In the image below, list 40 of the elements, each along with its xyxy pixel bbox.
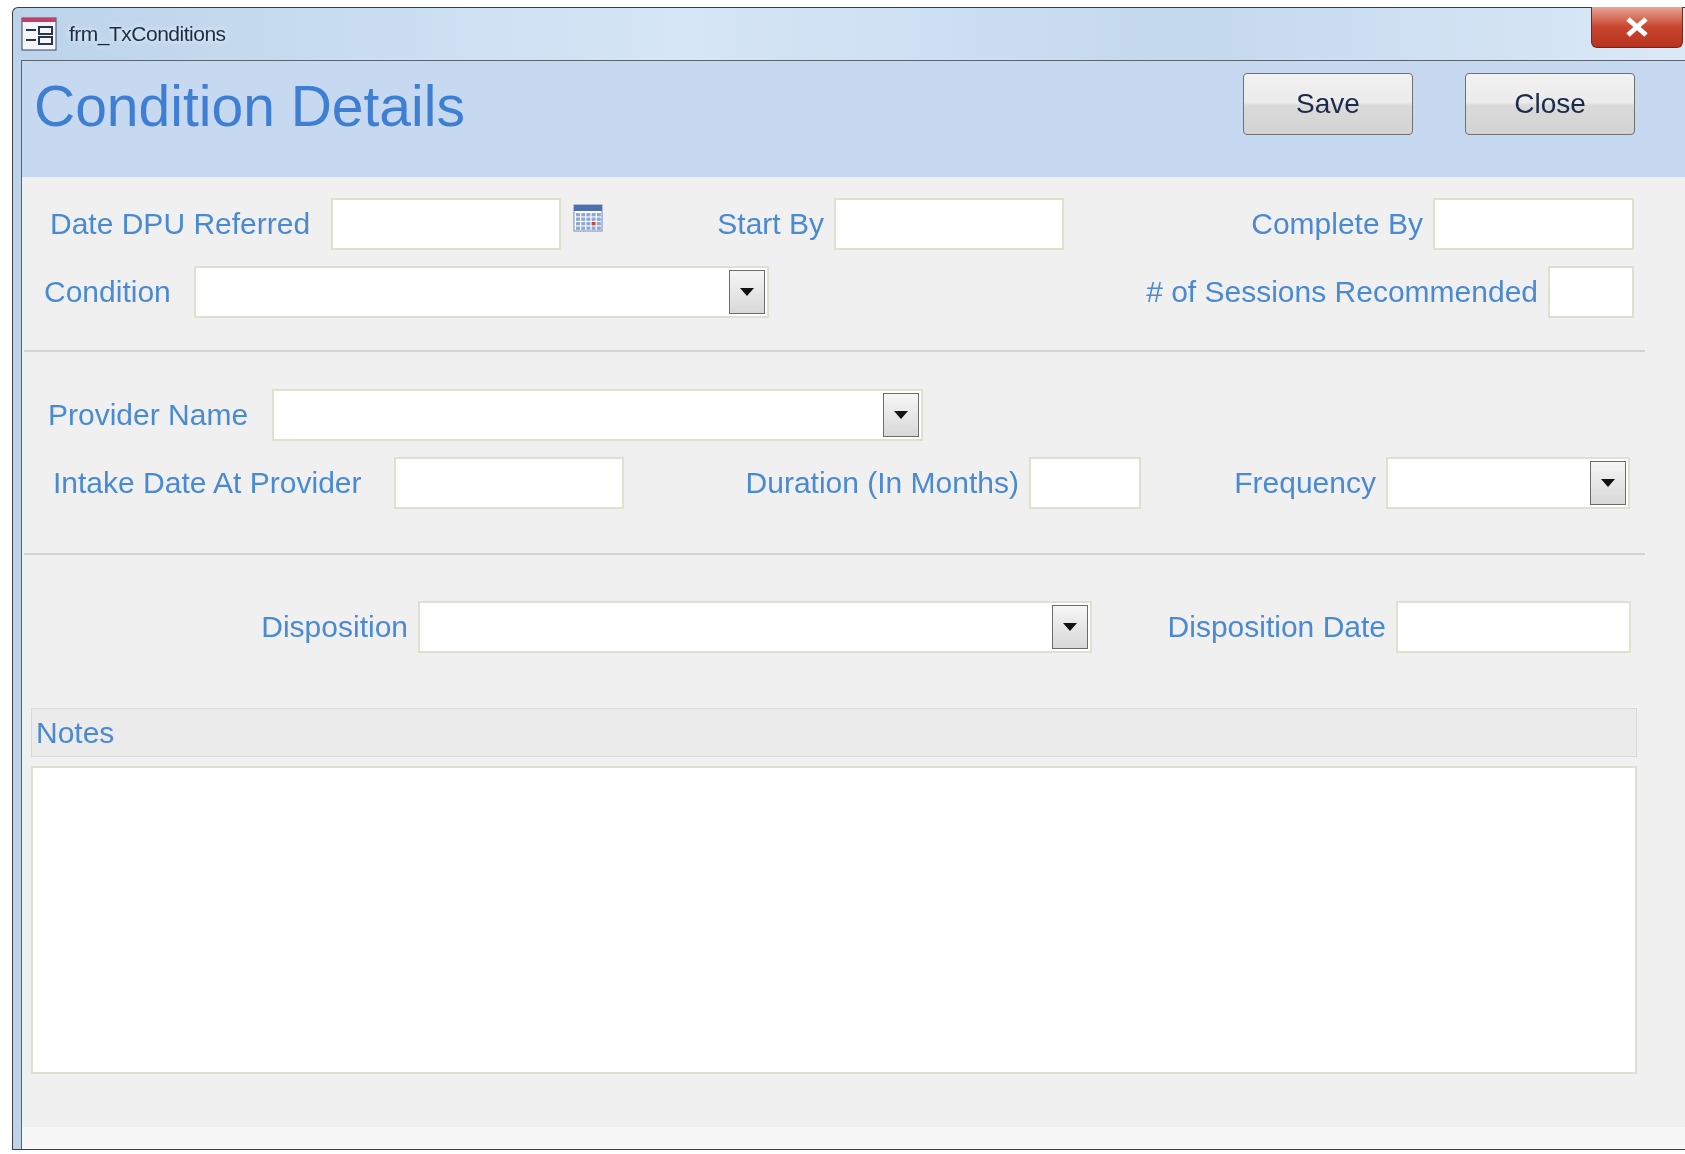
input-field[interactable] bbox=[834, 198, 1064, 250]
dropdown-button[interactable] bbox=[883, 393, 919, 437]
field-label: Condition bbox=[44, 275, 172, 309]
input-field[interactable] bbox=[1433, 198, 1634, 250]
calendar-icon[interactable] bbox=[573, 204, 603, 232]
dropdown-field[interactable] bbox=[418, 601, 1092, 653]
save-button[interactable]: Save bbox=[1243, 73, 1413, 135]
field-label: Frequency bbox=[1233, 466, 1377, 500]
input-field[interactable] bbox=[1548, 266, 1634, 318]
field-label: Duration (In Months) bbox=[744, 466, 1020, 500]
close-form-button[interactable]: Close bbox=[1465, 73, 1635, 135]
dropdown-button[interactable] bbox=[1590, 461, 1626, 505]
caret-icon bbox=[1063, 623, 1077, 631]
form-title: Condition Details bbox=[34, 73, 465, 139]
input-field[interactable] bbox=[394, 457, 624, 509]
field-label: Complete By bbox=[1250, 207, 1424, 241]
field-label: Date DPU Referred bbox=[50, 207, 312, 241]
dropdown-button[interactable] bbox=[729, 270, 765, 314]
field-label: Intake Date At Provider bbox=[53, 466, 363, 500]
dropdown-field[interactable] bbox=[1386, 457, 1630, 509]
input-field[interactable] bbox=[1029, 457, 1141, 509]
caret-icon bbox=[740, 288, 754, 296]
notes-label: Notes bbox=[36, 715, 115, 750]
caret-icon bbox=[1601, 479, 1615, 487]
field-label: Provider Name bbox=[48, 398, 250, 432]
field-label: # of Sessions Recommended bbox=[1145, 275, 1539, 309]
dropdown-field[interactable] bbox=[272, 389, 923, 441]
dropdown-button[interactable] bbox=[1052, 605, 1088, 649]
close-icon bbox=[1625, 17, 1649, 37]
dropdown-field[interactable] bbox=[194, 266, 769, 318]
field-label: Disposition bbox=[260, 610, 409, 644]
field-label: Start By bbox=[716, 207, 825, 241]
input-field[interactable] bbox=[331, 198, 561, 250]
window-title: frm_TxConditions bbox=[69, 22, 226, 46]
caret-icon bbox=[894, 411, 908, 419]
notes-field[interactable] bbox=[31, 766, 1637, 1074]
field-label: Disposition Date bbox=[1166, 610, 1387, 644]
form-icon bbox=[21, 17, 57, 51]
close-button[interactable] bbox=[1591, 7, 1683, 48]
input-field[interactable] bbox=[1396, 601, 1631, 653]
